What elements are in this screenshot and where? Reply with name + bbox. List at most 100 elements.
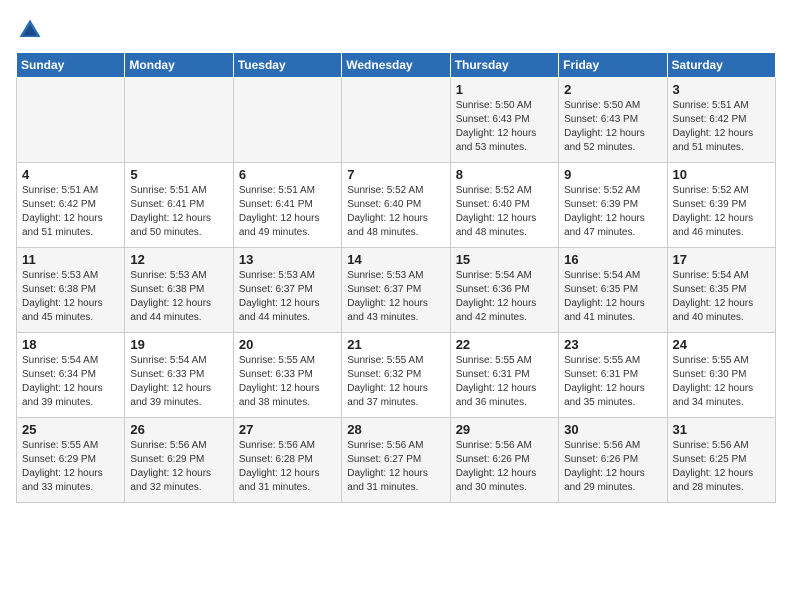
- calendar-cell: [233, 78, 341, 163]
- calendar-cell: 13Sunrise: 5:53 AM Sunset: 6:37 PM Dayli…: [233, 248, 341, 333]
- day-info: Sunrise: 5:54 AM Sunset: 6:35 PM Dayligh…: [673, 269, 770, 325]
- calendar-cell: 15 Sunrise: 5:54 AM Sunset: 6:36 PM Dayli…: [450, 248, 558, 333]
- calendar-cell: 12Sunrise: 5:53 AM Sunset: 6:38 PM Dayli…: [125, 248, 233, 333]
- day-info: Sunrise: 5:56 AM Sunset: 6:26 PM Dayligh…: [564, 439, 661, 495]
- calendar-cell: 29 Sunrise: 5:56 AM Sunset: 6:26 PM Dayli…: [450, 418, 558, 503]
- header-monday: Monday: [125, 53, 233, 78]
- calendar-cell: 5 Sunrise: 5:51 AM Sunset: 6:41 PM Daylig…: [125, 163, 233, 248]
- day-info: Sunrise: 5:54 AM Sunset: 6:35 PM Dayligh…: [564, 269, 661, 325]
- calendar-week-row: 18 Sunrise: 5:54 AM Sunset: 6:34 PM Dayli…: [17, 333, 776, 418]
- day-info: Sunrise: 5:55 AM Sunset: 6:31 PM Dayligh…: [564, 354, 661, 410]
- day-info: Sunrise: 5:52 AM Sunset: 6:39 PM Dayligh…: [673, 184, 770, 240]
- day-info: Sunrise: 5:53 AM Sunset: 6:38 PM Dayligh…: [130, 269, 227, 325]
- day-info: Sunrise: 5:50 AM Sunset: 6:43 PM Dayligh…: [456, 99, 553, 155]
- calendar-cell: 31Sunrise: 5:56 AM Sunset: 6:25 PM Dayli…: [667, 418, 775, 503]
- calendar-cell: 23 Sunrise: 5:55 AM Sunset: 6:31 PM Dayli…: [559, 333, 667, 418]
- header-tuesday: Tuesday: [233, 53, 341, 78]
- day-number: 22: [456, 337, 553, 352]
- calendar-cell: 2 Sunrise: 5:50 AM Sunset: 6:43 PM Daylig…: [559, 78, 667, 163]
- calendar-cell: 4 Sunrise: 5:51 AM Sunset: 6:42 PM Daylig…: [17, 163, 125, 248]
- day-number: 17: [673, 252, 770, 267]
- page-header: [16, 16, 776, 44]
- calendar-week-row: 4 Sunrise: 5:51 AM Sunset: 6:42 PM Daylig…: [17, 163, 776, 248]
- calendar-cell: 11 Sunrise: 5:53 AM Sunset: 6:38 PM Dayli…: [17, 248, 125, 333]
- calendar-cell: 1Sunrise: 5:50 AM Sunset: 6:43 PM Daylig…: [450, 78, 558, 163]
- calendar-cell: 21 Sunrise: 5:55 AM Sunset: 6:32 PM Dayli…: [342, 333, 450, 418]
- day-info: Sunrise: 5:53 AM Sunset: 6:37 PM Dayligh…: [347, 269, 444, 325]
- day-info: Sunrise: 5:53 AM Sunset: 6:38 PM Dayligh…: [22, 269, 119, 325]
- day-info: Sunrise: 5:55 AM Sunset: 6:32 PM Dayligh…: [347, 354, 444, 410]
- calendar-cell: 9 Sunrise: 5:52 AM Sunset: 6:39 PM Daylig…: [559, 163, 667, 248]
- day-info: Sunrise: 5:55 AM Sunset: 6:31 PM Dayligh…: [456, 354, 553, 410]
- calendar-cell: [342, 78, 450, 163]
- day-number: 5: [130, 167, 227, 182]
- day-info: Sunrise: 5:54 AM Sunset: 6:33 PM Dayligh…: [130, 354, 227, 410]
- day-number: 4: [22, 167, 119, 182]
- header-saturday: Saturday: [667, 53, 775, 78]
- header-friday: Friday: [559, 53, 667, 78]
- calendar-cell: 19 Sunrise: 5:54 AM Sunset: 6:33 PM Dayli…: [125, 333, 233, 418]
- calendar-cell: 14Sunrise: 5:53 AM Sunset: 6:37 PM Dayli…: [342, 248, 450, 333]
- day-number: 25: [22, 422, 119, 437]
- day-info: Sunrise: 5:52 AM Sunset: 6:40 PM Dayligh…: [456, 184, 553, 240]
- day-info: Sunrise: 5:51 AM Sunset: 6:42 PM Dayligh…: [673, 99, 770, 155]
- day-number: 21: [347, 337, 444, 352]
- header-sunday: Sunday: [17, 53, 125, 78]
- day-number: 13: [239, 252, 336, 267]
- day-info: Sunrise: 5:56 AM Sunset: 6:27 PM Dayligh…: [347, 439, 444, 495]
- calendar-cell: 22 Sunrise: 5:55 AM Sunset: 6:31 PM Dayli…: [450, 333, 558, 418]
- calendar-week-row: 25 Sunrise: 5:55 AM Sunset: 6:29 PM Dayli…: [17, 418, 776, 503]
- day-info: Sunrise: 5:55 AM Sunset: 6:33 PM Dayligh…: [239, 354, 336, 410]
- calendar-cell: 10Sunrise: 5:52 AM Sunset: 6:39 PM Dayli…: [667, 163, 775, 248]
- day-number: 6: [239, 167, 336, 182]
- day-number: 11: [22, 252, 119, 267]
- day-info: Sunrise: 5:51 AM Sunset: 6:41 PM Dayligh…: [130, 184, 227, 240]
- day-number: 26: [130, 422, 227, 437]
- calendar-cell: 3 Sunrise: 5:51 AM Sunset: 6:42 PM Daylig…: [667, 78, 775, 163]
- day-info: Sunrise: 5:50 AM Sunset: 6:43 PM Dayligh…: [564, 99, 661, 155]
- day-info: Sunrise: 5:56 AM Sunset: 6:28 PM Dayligh…: [239, 439, 336, 495]
- calendar-cell: 27Sunrise: 5:56 AM Sunset: 6:28 PM Dayli…: [233, 418, 341, 503]
- calendar-cell: [125, 78, 233, 163]
- calendar-cell: 25 Sunrise: 5:55 AM Sunset: 6:29 PM Dayli…: [17, 418, 125, 503]
- day-number: 16: [564, 252, 661, 267]
- day-number: 20: [239, 337, 336, 352]
- day-info: Sunrise: 5:55 AM Sunset: 6:29 PM Dayligh…: [22, 439, 119, 495]
- calendar-header-row: SundayMondayTuesdayWednesdayThursdayFrid…: [17, 53, 776, 78]
- calendar-cell: 18 Sunrise: 5:54 AM Sunset: 6:34 PM Dayli…: [17, 333, 125, 418]
- day-info: Sunrise: 5:52 AM Sunset: 6:39 PM Dayligh…: [564, 184, 661, 240]
- logo-icon: [16, 16, 44, 44]
- day-number: 29: [456, 422, 553, 437]
- day-info: Sunrise: 5:51 AM Sunset: 6:41 PM Dayligh…: [239, 184, 336, 240]
- day-number: 23: [564, 337, 661, 352]
- day-number: 8: [456, 167, 553, 182]
- day-number: 24: [673, 337, 770, 352]
- day-info: Sunrise: 5:52 AM Sunset: 6:40 PM Dayligh…: [347, 184, 444, 240]
- day-number: 7: [347, 167, 444, 182]
- calendar-table: SundayMondayTuesdayWednesdayThursdayFrid…: [16, 52, 776, 503]
- header-wednesday: Wednesday: [342, 53, 450, 78]
- calendar-cell: 26 Sunrise: 5:56 AM Sunset: 6:29 PM Dayli…: [125, 418, 233, 503]
- header-thursday: Thursday: [450, 53, 558, 78]
- calendar-cell: 6 Sunrise: 5:51 AM Sunset: 6:41 PM Daylig…: [233, 163, 341, 248]
- day-number: 15: [456, 252, 553, 267]
- day-number: 3: [673, 82, 770, 97]
- day-info: Sunrise: 5:56 AM Sunset: 6:29 PM Dayligh…: [130, 439, 227, 495]
- day-info: Sunrise: 5:51 AM Sunset: 6:42 PM Dayligh…: [22, 184, 119, 240]
- day-info: Sunrise: 5:56 AM Sunset: 6:26 PM Dayligh…: [456, 439, 553, 495]
- calendar-cell: 24Sunrise: 5:55 AM Sunset: 6:30 PM Dayli…: [667, 333, 775, 418]
- calendar-cell: 16 Sunrise: 5:54 AM Sunset: 6:35 PM Dayli…: [559, 248, 667, 333]
- calendar-cell: [17, 78, 125, 163]
- day-number: 28: [347, 422, 444, 437]
- day-info: Sunrise: 5:54 AM Sunset: 6:36 PM Dayligh…: [456, 269, 553, 325]
- day-info: Sunrise: 5:54 AM Sunset: 6:34 PM Dayligh…: [22, 354, 119, 410]
- day-number: 18: [22, 337, 119, 352]
- calendar-week-row: 11 Sunrise: 5:53 AM Sunset: 6:38 PM Dayli…: [17, 248, 776, 333]
- day-number: 19: [130, 337, 227, 352]
- day-number: 2: [564, 82, 661, 97]
- day-number: 9: [564, 167, 661, 182]
- calendar-cell: 30 Sunrise: 5:56 AM Sunset: 6:26 PM Dayli…: [559, 418, 667, 503]
- calendar-cell: 28 Sunrise: 5:56 AM Sunset: 6:27 PM Dayli…: [342, 418, 450, 503]
- logo: [16, 16, 48, 44]
- day-number: 30: [564, 422, 661, 437]
